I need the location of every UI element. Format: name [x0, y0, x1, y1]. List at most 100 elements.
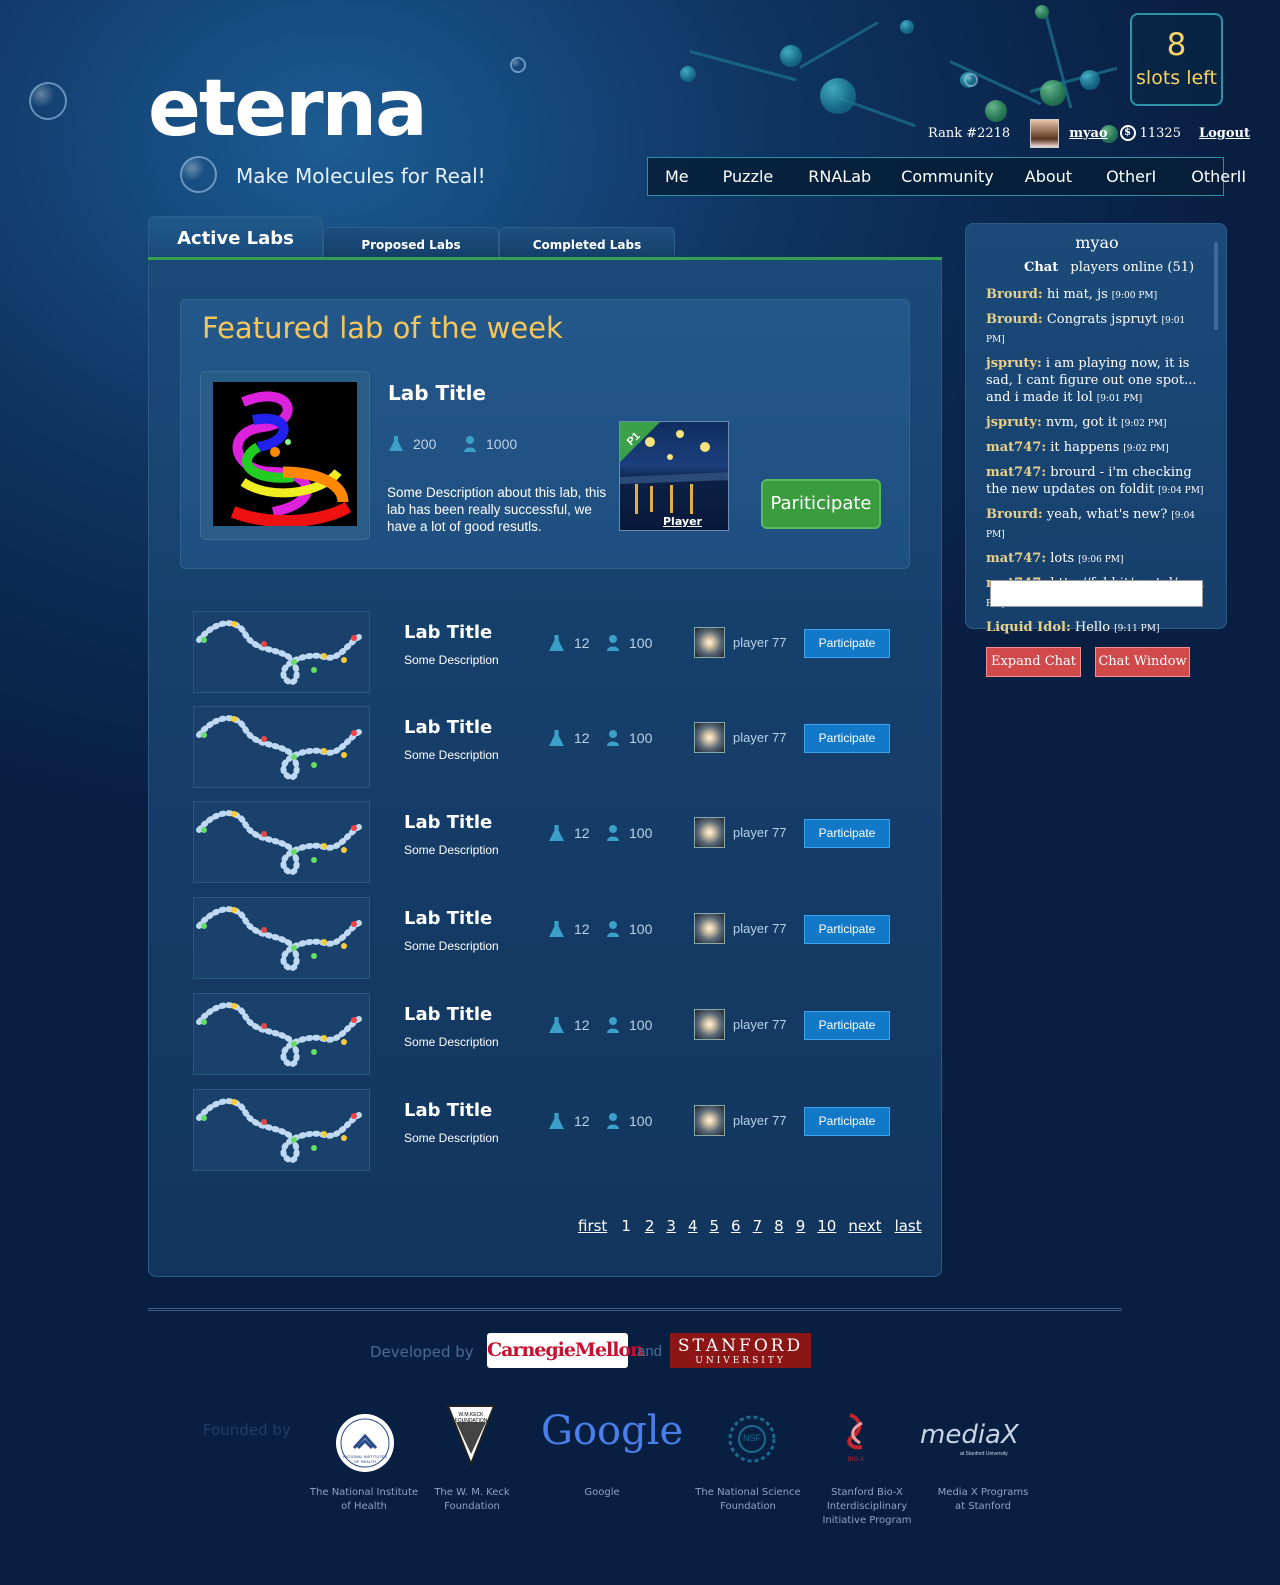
lab-thumbnail[interactable] — [193, 801, 370, 883]
lab-flask-stat: 12 — [548, 824, 590, 842]
participate-button[interactable]: Participate — [804, 724, 890, 753]
featured-participate-button[interactable]: Pariticipate — [761, 479, 881, 529]
lab-description: Some Description — [404, 748, 499, 762]
lab-title[interactable]: Lab Title — [404, 1100, 492, 1121]
nav-item-community[interactable]: Community — [901, 167, 994, 186]
tab-completed-labs[interactable]: Completed Labs — [499, 227, 675, 258]
pager-page-8[interactable]: 8 — [774, 1217, 784, 1235]
lab-thumbnail[interactable] — [193, 1089, 370, 1171]
nav-item-rnalab[interactable]: RNALab — [808, 167, 871, 186]
participate-button[interactable]: Participate — [804, 819, 890, 848]
featured-player-image[interactable]: P1 Player 114 — [619, 421, 729, 531]
nav-item-about[interactable]: About — [1025, 167, 1072, 186]
player-avatar[interactable] — [694, 722, 725, 753]
chat-input[interactable] — [990, 580, 1203, 607]
flask-icon — [549, 635, 564, 651]
chat-message-user[interactable]: Brourd: — [986, 312, 1043, 327]
lab-row: Lab Title Some Description 12 100 player… — [193, 706, 893, 788]
nav-item-me[interactable]: Me — [665, 167, 689, 186]
pager-page-10[interactable]: 10 — [817, 1217, 836, 1235]
pager-next[interactable]: next — [848, 1217, 881, 1235]
lab-flask-stat: 12 — [548, 1112, 590, 1130]
keck-logo[interactable]: W.M.KECK FOUNDATION — [446, 1404, 496, 1471]
player-name[interactable]: player 77 — [733, 825, 786, 840]
chat-message-user[interactable]: Brourd: — [986, 507, 1043, 522]
expand-chat-button[interactable]: Expand Chat — [986, 647, 1081, 677]
sponsor-caption-biox: Stanford Bio-X Interdisciplinary Initiat… — [822, 1487, 912, 1526]
chat-message: jspruty: nvm, got it [9:02 PM] — [986, 414, 1206, 433]
player-name[interactable]: player 77 — [733, 1017, 786, 1032]
participate-button[interactable]: Participate — [804, 915, 890, 944]
nav-item-other1[interactable]: OtherI — [1106, 167, 1156, 186]
featured-players-count: 1000 — [486, 435, 518, 452]
nih-logo[interactable]: NATIONAL INSTITUTES OF HEALTH — [336, 1414, 394, 1472]
tab-active-labs[interactable]: Active Labs — [148, 216, 323, 258]
participate-button[interactable]: Participate — [804, 1011, 890, 1040]
chat-window-button[interactable]: Chat Window — [1095, 647, 1190, 677]
player-avatar[interactable] — [694, 817, 725, 848]
slots-left-badge: 8 slots left — [1130, 13, 1223, 106]
chat-message-user[interactable]: mat747: — [986, 465, 1046, 480]
featured-lab-title[interactable]: Lab Title — [388, 381, 486, 405]
chat-scrollbar[interactable] — [1214, 242, 1218, 330]
pager-page-5[interactable]: 5 — [710, 1217, 720, 1235]
avatar[interactable] — [1030, 118, 1060, 148]
pager-page-9[interactable]: 9 — [796, 1217, 806, 1235]
player-avatar[interactable] — [694, 1105, 725, 1136]
lab-thumbnail[interactable] — [193, 706, 370, 788]
players-online[interactable]: players online (51) — [1070, 260, 1194, 275]
player-name[interactable]: player 77 — [733, 635, 786, 650]
pager-page-6[interactable]: 6 — [731, 1217, 741, 1235]
chat-message-text: Congrats jspruyt — [1046, 312, 1158, 327]
chat-message-time: [9:00 PM] — [1111, 291, 1158, 301]
lab-thumbnail[interactable] — [193, 897, 370, 979]
lab-thumbnail[interactable] — [193, 993, 370, 1075]
nav-item-puzzle[interactable]: Puzzle — [723, 167, 774, 186]
chat-message-user[interactable]: mat747: — [986, 440, 1046, 455]
logout-link[interactable]: Logout — [1199, 126, 1250, 141]
featured-player-name[interactable]: Player 114 — [663, 515, 728, 530]
stanford-logo[interactable]: STANFORD UNIVERSITY — [670, 1333, 811, 1368]
nsf-logo[interactable]: NSF — [726, 1413, 778, 1470]
pager-page-7[interactable]: 7 — [753, 1217, 763, 1235]
chat-message-user[interactable]: Brourd: — [986, 287, 1043, 302]
lab-title[interactable]: Lab Title — [404, 812, 492, 833]
pager-page-3[interactable]: 3 — [666, 1217, 676, 1235]
tab-proposed-labs[interactable]: Proposed Labs — [323, 227, 499, 258]
player-name[interactable]: player 77 — [733, 1113, 786, 1128]
participate-button[interactable]: Participate — [804, 629, 890, 658]
pager-last[interactable]: last — [895, 1217, 922, 1235]
nsf-seal-text: NSF — [743, 1433, 761, 1443]
biox-logo[interactable]: BIO-X — [842, 1411, 870, 1463]
lab-title[interactable]: Lab Title — [404, 717, 492, 738]
chat-message-user[interactable]: mat747: — [986, 551, 1046, 566]
featured-lab-image[interactable] — [213, 382, 357, 526]
google-logo[interactable]: Google — [541, 1408, 683, 1454]
chat-message-user[interactable]: Liquid Idol: — [986, 620, 1071, 635]
nav-item-other2[interactable]: OtherII — [1191, 167, 1246, 186]
biox-logo-text: BIO-X — [847, 1457, 865, 1463]
chat-message-time: [9:06 PM] — [1078, 555, 1124, 565]
player-avatar[interactable] — [694, 627, 725, 658]
lab-thumbnail[interactable] — [193, 611, 370, 693]
featured-flask-count: 200 — [413, 435, 437, 452]
lab-title[interactable]: Lab Title — [404, 1004, 492, 1025]
pager-page-4[interactable]: 4 — [688, 1217, 698, 1235]
pager-page-2[interactable]: 2 — [645, 1217, 655, 1235]
chat-message-user[interactable]: jspruty: — [986, 356, 1042, 371]
lab-title[interactable]: Lab Title — [404, 908, 492, 929]
mediax-logo[interactable]: mediaX at Stanford University — [920, 1420, 1019, 1457]
player-avatar[interactable] — [694, 1009, 725, 1040]
player-avatar[interactable] — [694, 913, 725, 944]
sponsor-caption-nsf: The National Science Foundation — [695, 1487, 801, 1512]
site-logo[interactable]: eterna — [148, 70, 428, 148]
chat-message-user[interactable]: jspruty: — [986, 415, 1042, 430]
lab-title[interactable]: Lab Title — [404, 622, 492, 643]
player-name[interactable]: player 77 — [733, 730, 786, 745]
username-link[interactable]: myao — [1069, 126, 1107, 141]
participate-button[interactable]: Participate — [804, 1107, 890, 1136]
cmu-logo[interactable]: CarnegieMellon — [487, 1333, 644, 1368]
pager-first[interactable]: first — [578, 1217, 607, 1235]
user-icon — [607, 825, 619, 841]
player-name[interactable]: player 77 — [733, 921, 786, 936]
